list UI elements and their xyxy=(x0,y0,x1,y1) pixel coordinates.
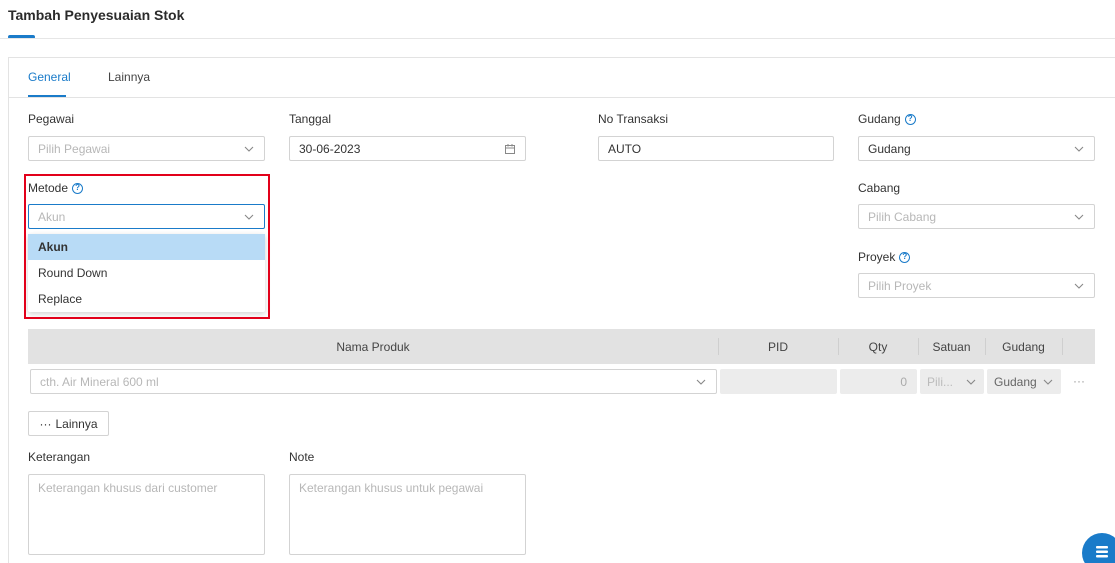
keterangan-label: Keterangan xyxy=(28,450,90,464)
chevron-down-icon xyxy=(965,376,977,388)
column-header-satuan: Satuan xyxy=(932,339,971,354)
note-label: Note xyxy=(289,450,314,464)
column-header-nama-produk: Nama Produk xyxy=(336,339,410,354)
gudang-select[interactable]: Gudang xyxy=(858,136,1095,161)
chevron-down-icon xyxy=(1042,376,1054,388)
help-icon[interactable]: ? xyxy=(899,251,911,263)
product-placeholder: cth. Air Mineral 600 ml xyxy=(40,374,159,389)
satuan-select[interactable]: Pili... xyxy=(920,369,984,394)
row-more-icon[interactable]: ··· xyxy=(1068,374,1090,388)
qty-value: 0 xyxy=(900,374,907,389)
ellipsis-icon: ··· xyxy=(39,416,52,431)
cabang-label: Cabang xyxy=(858,181,900,195)
note-label-text: Note xyxy=(289,450,315,464)
gudang-label: Gudang ? xyxy=(858,112,916,126)
note-textarea[interactable]: Keterangan khusus untuk pegawai xyxy=(289,474,526,555)
column-header-qty: Qty xyxy=(868,339,888,354)
keterangan-label-text: Keterangan xyxy=(28,450,91,464)
gudang-label-text: Gudang xyxy=(858,112,901,126)
more-options-button[interactable]: ··· Lainnya xyxy=(28,411,109,436)
chevron-down-icon xyxy=(1073,211,1085,223)
tab-general[interactable]: General xyxy=(28,70,71,84)
tanggal-label-text: Tanggal xyxy=(289,112,332,126)
tab-lainnya[interactable]: Lainnya xyxy=(108,70,150,84)
tanggal-value: 30-06-2023 xyxy=(299,141,361,156)
proyek-select[interactable]: Pilih Proyek xyxy=(858,273,1095,298)
cabang-label-text: Cabang xyxy=(858,181,901,195)
more-options-label: Lainnya xyxy=(55,416,98,431)
pegawai-label: Pegawai xyxy=(28,112,74,126)
header-divider xyxy=(0,38,1115,39)
highlight-annotation-box xyxy=(24,174,270,319)
column-header-gudang: Gudang xyxy=(1002,339,1045,354)
note-placeholder: Keterangan khusus untuk pegawai xyxy=(299,481,484,495)
gudang-value: Gudang xyxy=(868,141,911,156)
chevron-down-icon xyxy=(243,143,255,155)
row-gudang-select[interactable]: Gudang xyxy=(987,369,1061,394)
chevron-down-icon xyxy=(695,376,707,388)
product-select[interactable]: cth. Air Mineral 600 ml xyxy=(30,369,717,394)
no-transaksi-label: No Transaksi xyxy=(598,112,668,126)
proyek-label: Proyek ? xyxy=(858,250,911,264)
keterangan-placeholder: Keterangan khusus dari customer xyxy=(38,481,218,495)
no-transaksi-label-text: No Transaksi xyxy=(598,112,669,126)
tab-divider xyxy=(9,97,1115,98)
qty-field[interactable]: 0 xyxy=(840,369,917,394)
cabang-placeholder: Pilih Cabang xyxy=(868,209,937,224)
list-icon xyxy=(1094,545,1110,562)
row-gudang-value: Gudang xyxy=(994,374,1037,389)
page-title: Tambah Penyesuaian Stok xyxy=(8,7,185,23)
cabang-select[interactable]: Pilih Cabang xyxy=(858,204,1095,229)
proyek-placeholder: Pilih Proyek xyxy=(868,278,932,293)
pegawai-select[interactable]: Pilih Pegawai xyxy=(28,136,265,161)
column-separator xyxy=(1062,338,1063,355)
calendar-icon[interactable] xyxy=(504,143,516,155)
product-table-header: Nama Produk PID Qty Satuan Gudang xyxy=(28,329,1095,364)
tanggal-label: Tanggal xyxy=(289,112,331,126)
help-icon[interactable]: ? xyxy=(904,113,916,125)
pegawai-label-text: Pegawai xyxy=(28,112,75,126)
satuan-value: Pili... xyxy=(927,374,954,389)
no-transaksi-input[interactable]: AUTO xyxy=(598,136,834,161)
column-header-pid: PID xyxy=(767,339,788,354)
proyek-label-text: Proyek xyxy=(858,250,896,264)
keterangan-textarea[interactable]: Keterangan khusus dari customer xyxy=(28,474,265,555)
chevron-down-icon xyxy=(1073,280,1085,292)
pegawai-placeholder: Pilih Pegawai xyxy=(38,141,111,156)
no-transaksi-value: AUTO xyxy=(608,141,642,156)
pid-field xyxy=(720,369,837,394)
chevron-down-icon xyxy=(1073,143,1085,155)
tanggal-input[interactable]: 30-06-2023 xyxy=(289,136,526,161)
